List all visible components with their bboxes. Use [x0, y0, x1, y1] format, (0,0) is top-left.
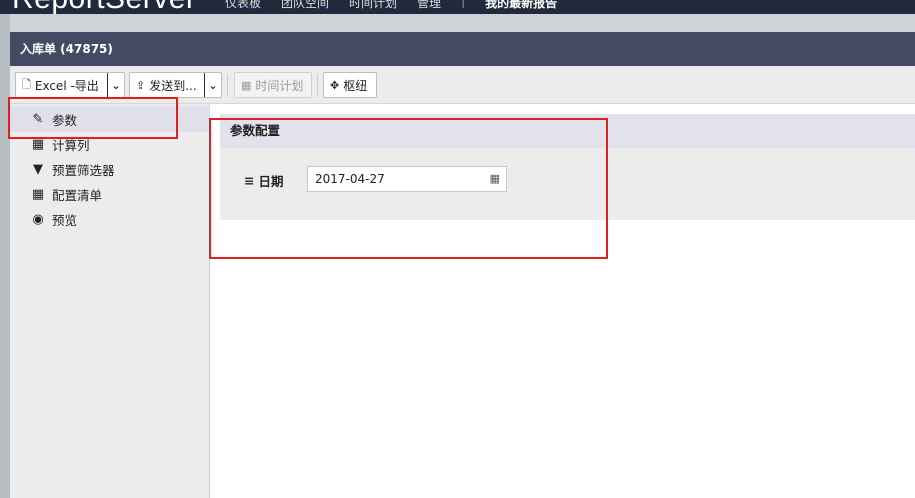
filter-icon: ▼ [33, 161, 43, 177]
top-navbar: ReportServer 仪表板 团队空间 时间计划 管理 | 我的最新报告 [0, 0, 915, 14]
chevron-down-icon[interactable]: ⌄ [204, 73, 221, 97]
calendar-icon: ▦ [241, 78, 252, 92]
schedule-label: 时间计划 [255, 78, 304, 93]
upload-icon: ⇪ [136, 78, 146, 92]
nav-team-space[interactable]: 团队空间 [281, 0, 329, 11]
sidebar-item-parameters[interactable]: ✎ 参数 [30, 109, 77, 129]
excel-file-icon: 🗋 [22, 77, 31, 91]
date-label-text: 日期 [258, 173, 284, 189]
sidebar-item-pre-filter[interactable]: ▼ 预置筛选器 [30, 159, 115, 179]
app-logo[interactable]: ReportServer [12, 0, 196, 14]
logo-text-server: Server [105, 0, 196, 14]
pivot-icon: ✥ [330, 78, 340, 92]
nav-separator: | [461, 0, 466, 8]
date-value: 2017-04-27 [315, 172, 385, 186]
send-to-button[interactable]: ⇪ 发送到... ⌄ [129, 72, 222, 98]
nav-admin[interactable]: 管理 [417, 0, 441, 11]
report-sidebar: ✎ 参数 ▦ 计算列 ▼ 预置筛选器 ▦ 配置清单 ◉ 预览 [10, 104, 210, 498]
sidebar-item-label: 计算列 [52, 137, 90, 153]
pivot-label: 枢纽 [343, 78, 368, 93]
toolbar-divider [317, 74, 318, 96]
top-nav-menu: 仪表板 团队空间 时间计划 管理 | 我的最新报告 [225, 0, 557, 11]
sidebar-item-computed-columns[interactable]: ▦ 计算列 [30, 134, 90, 154]
schedule-button[interactable]: ▦ 时间计划 [234, 72, 312, 98]
calendar-icon[interactable]: ▦ [490, 172, 500, 185]
sidebar-item-label: 参数 [52, 112, 78, 128]
edit-icon: ✎ [32, 111, 44, 127]
sidebar-item-label: 预览 [52, 212, 78, 228]
logo-text-report: Report [12, 0, 105, 14]
drag-handle-icon[interactable]: ≡ [244, 173, 254, 188]
eye-icon: ◉ [32, 211, 44, 227]
send-to-label: 发送到... [149, 78, 197, 93]
sidebar-item-label: 配置清单 [52, 187, 103, 203]
table-edit-icon: ▦ [31, 186, 45, 202]
left-edge-strip [0, 14, 10, 498]
nav-schedule[interactable]: 时间计划 [349, 0, 397, 11]
date-field-label: ≡ 日期 [244, 170, 284, 190]
chevron-down-icon[interactable]: ⌄ [107, 73, 124, 97]
excel-export-button[interactable]: 🗋 Excel -导出 ⌄ [15, 72, 125, 98]
toolbar-divider [227, 74, 228, 96]
report-panel: 入库单 (47875) 🗋 Excel -导出 ⌄ ⇪ 发送到... ⌄ ▦ 时… [10, 32, 915, 498]
parameter-content: 参数配置 ≡ 日期 2017-04-27 ▦ [210, 104, 915, 498]
date-field[interactable]: 2017-04-27 ▦ [307, 166, 507, 192]
section-title: 参数配置 [220, 114, 915, 148]
table-icon: ▦ [31, 136, 45, 152]
sidebar-item-label: 预置筛选器 [52, 162, 115, 178]
sidebar-item-preview[interactable]: ◉ 预览 [30, 209, 77, 229]
panel-title: 入库单 (47875) [10, 32, 915, 66]
pivot-button[interactable]: ✥ 枢纽 [323, 72, 377, 98]
excel-export-label: Excel -导出 [34, 78, 99, 93]
nav-dashboard[interactable]: 仪表板 [225, 0, 261, 11]
sidebar-item-column-config[interactable]: ▦ 配置清单 [30, 184, 102, 204]
nav-my-recent-reports[interactable]: 我的最新报告 [485, 0, 557, 11]
parameter-form: ≡ 日期 2017-04-27 ▦ [220, 148, 915, 220]
report-toolbar: 🗋 Excel -导出 ⌄ ⇪ 发送到... ⌄ ▦ 时间计划 ✥ 枢纽 [10, 66, 915, 104]
